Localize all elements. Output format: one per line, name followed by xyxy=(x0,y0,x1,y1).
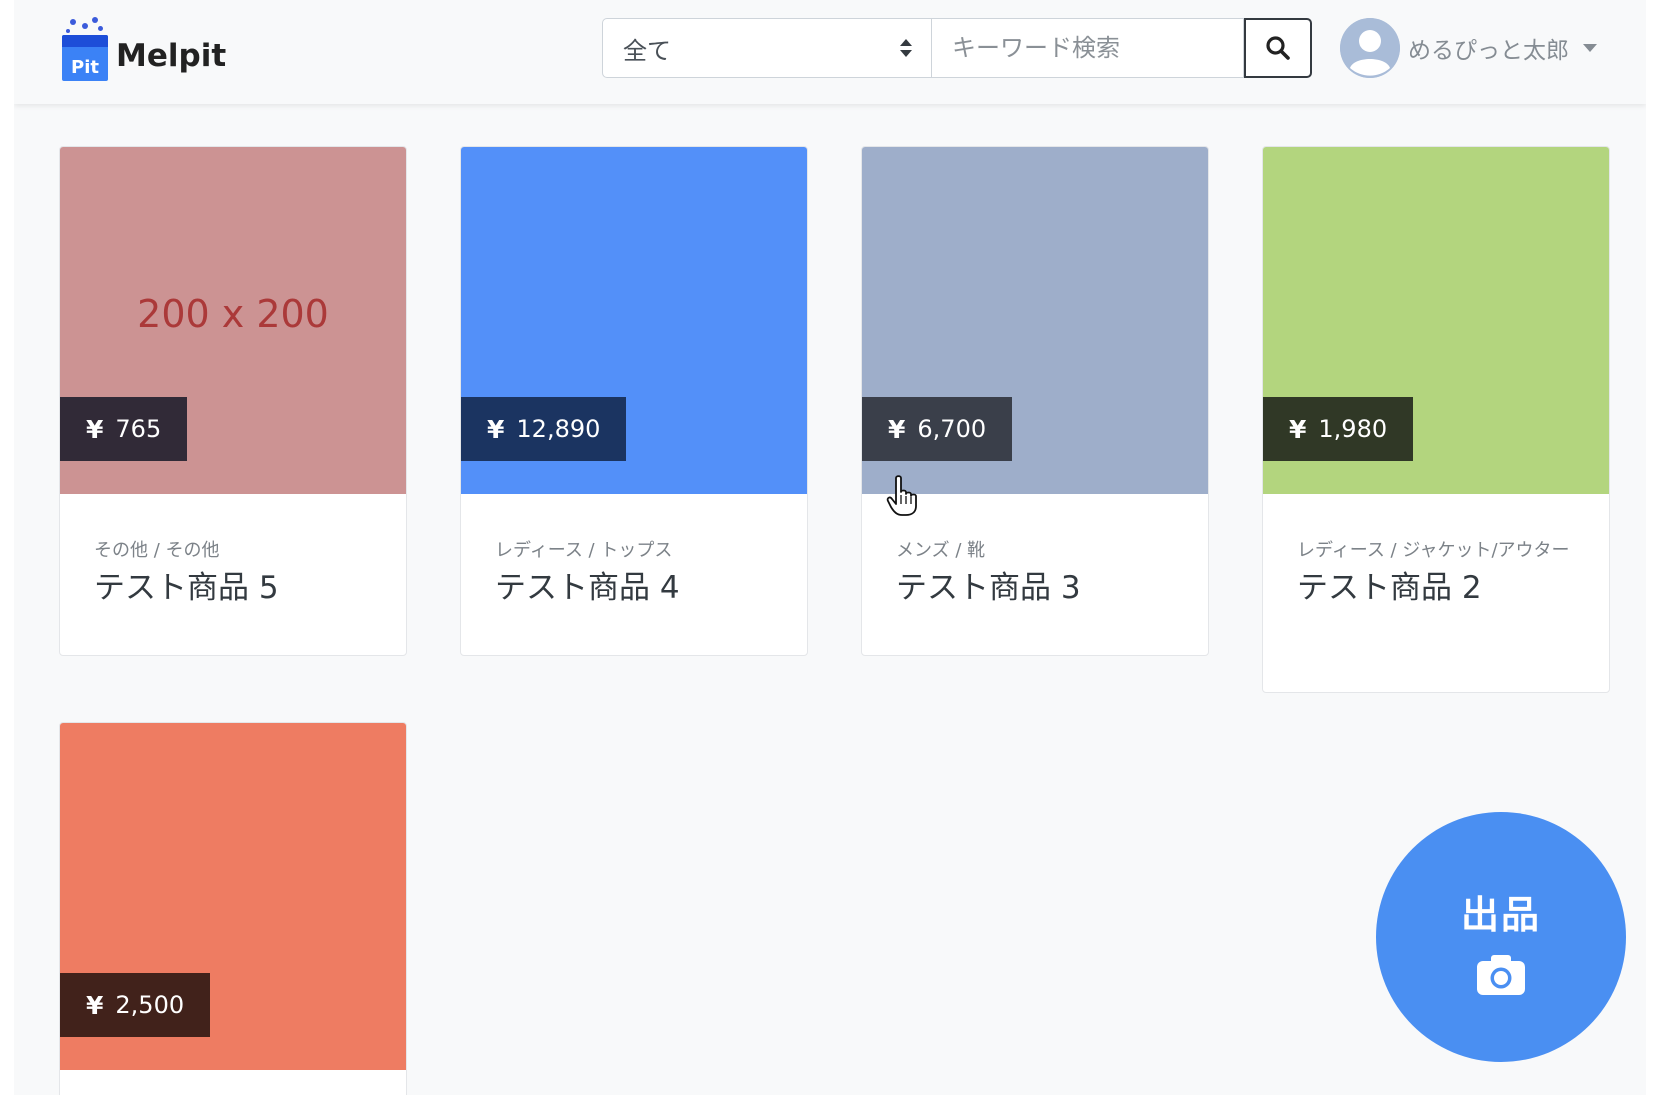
currency-symbol: ¥ xyxy=(86,414,104,444)
search-icon xyxy=(1266,36,1290,60)
item-category: メンズ / 靴 xyxy=(896,540,986,561)
item-card[interactable]: ¥ 6,700 メンズ / 靴 テスト商品 3 xyxy=(861,146,1209,656)
item-image: ¥ 6,700 xyxy=(862,147,1208,494)
item-image: ¥ 2,500 xyxy=(60,723,406,1070)
caret-down-icon xyxy=(1583,44,1597,52)
currency-symbol: ¥ xyxy=(86,990,104,1020)
search-button[interactable] xyxy=(1244,18,1312,78)
item-name: テスト商品 2 xyxy=(1297,570,1482,606)
item-card[interactable]: ¥ 2,500 xyxy=(59,722,407,1095)
item-name: テスト商品 4 xyxy=(495,570,680,606)
item-card[interactable]: 200 x 200 ¥ 765 その他 / その他 テスト商品 5 xyxy=(59,146,407,656)
user-menu[interactable]: めるぴっと太郎 xyxy=(1340,17,1597,79)
sell-button[interactable]: 出品 xyxy=(1376,812,1626,1062)
page: Pit Melpit 全て キーワード検索 めるぴっと太郎 200 x 200 … xyxy=(14,0,1646,1095)
price-value: 765 xyxy=(115,415,162,443)
updown-icon xyxy=(900,39,912,57)
item-body: その他 / その他 テスト商品 5 xyxy=(60,494,406,608)
category-select[interactable]: 全て xyxy=(602,18,932,78)
item-image: ¥ 1,980 xyxy=(1263,147,1609,494)
logo-text: Pit xyxy=(71,57,99,78)
price-badge: ¥ 6,700 xyxy=(862,397,1013,461)
search-form: 全て xyxy=(602,18,1312,78)
item-name: テスト商品 3 xyxy=(896,570,1081,606)
item-name: テスト商品 5 xyxy=(94,570,279,606)
item-body: レディース / ジャケット/アウター テスト商品 2 xyxy=(1263,494,1609,608)
item-category: レディース / トップス xyxy=(495,540,673,561)
item-card[interactable]: ¥ 1,980 レディース / ジャケット/アウター テスト商品 2 xyxy=(1262,146,1610,693)
price-badge: ¥ 1,980 xyxy=(1263,397,1414,461)
price-value: 6,700 xyxy=(917,415,987,443)
item-body xyxy=(60,1070,406,1095)
navbar: Pit Melpit 全て キーワード検索 めるぴっと太郎 xyxy=(14,0,1646,104)
currency-symbol: ¥ xyxy=(888,414,906,444)
user-name: めるぴっと太郎 xyxy=(1408,38,1569,64)
avatar-icon xyxy=(1340,18,1400,78)
image-placeholder-text: 200 x 200 xyxy=(137,292,329,336)
brand-name: Melpit xyxy=(116,38,227,74)
item-category: レディース / ジャケット/アウター xyxy=(1297,540,1570,561)
brand-link[interactable]: Pit Melpit xyxy=(62,16,226,82)
price-value: 12,890 xyxy=(516,415,601,443)
category-select-value: 全て xyxy=(623,36,671,65)
price-value: 2,500 xyxy=(115,991,185,1019)
camera-icon xyxy=(1477,954,1525,995)
price-badge: ¥ 2,500 xyxy=(60,973,211,1037)
price-badge: ¥ 12,890 xyxy=(461,397,627,461)
item-card[interactable]: ¥ 12,890 レディース / トップス テスト商品 4 xyxy=(460,146,808,656)
logo: Pit xyxy=(62,17,108,81)
item-category: その他 / その他 xyxy=(94,540,220,561)
hand-pointer-icon xyxy=(886,475,917,516)
price-badge: ¥ 765 xyxy=(60,397,188,461)
sell-button-label: 出品 xyxy=(1460,892,1541,937)
item-image: 200 x 200 ¥ 765 xyxy=(60,147,406,494)
logo-box: Pit xyxy=(62,35,108,81)
currency-symbol: ¥ xyxy=(1289,414,1307,444)
price-value: 1,980 xyxy=(1318,415,1388,443)
search-input[interactable] xyxy=(932,18,1244,78)
item-body: レディース / トップス テスト商品 4 xyxy=(461,494,807,608)
currency-symbol: ¥ xyxy=(487,414,505,444)
item-image: ¥ 12,890 xyxy=(461,147,807,494)
